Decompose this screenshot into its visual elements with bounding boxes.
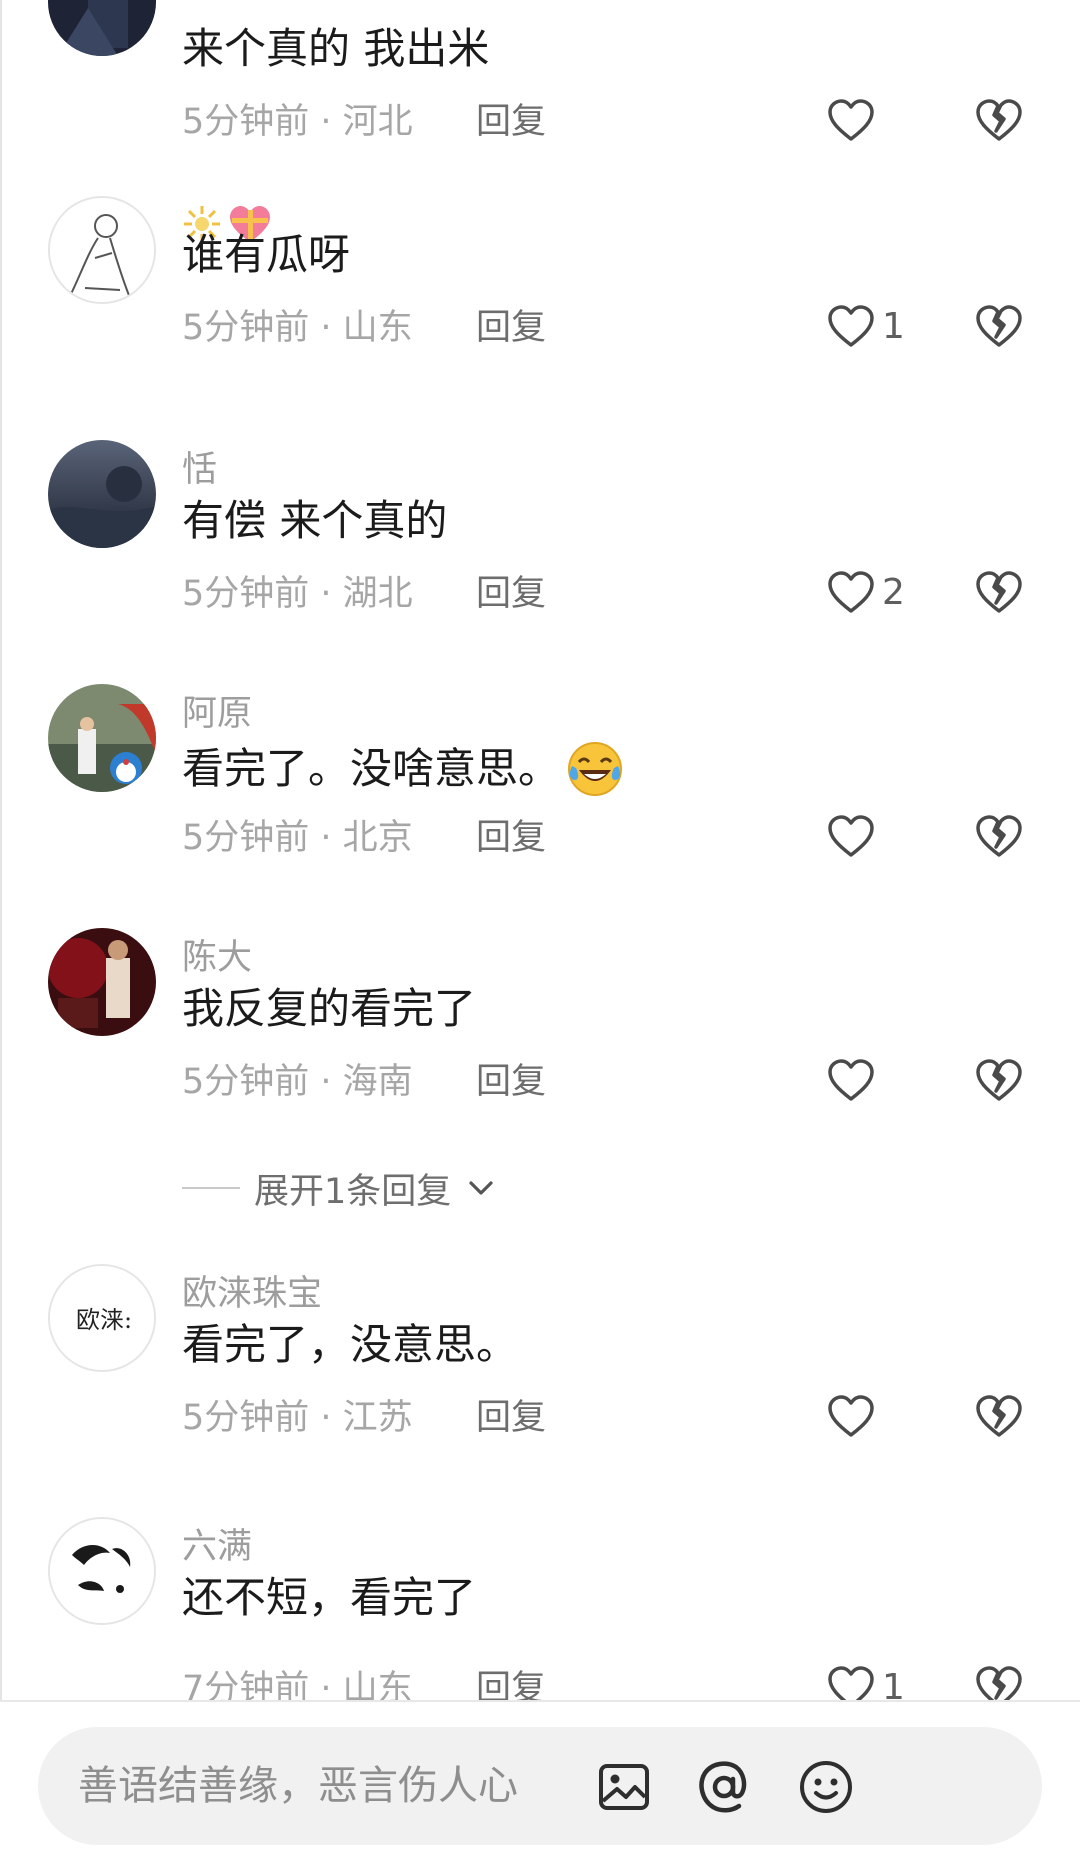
comment-meta: 5分钟前 · 山东: [182, 308, 413, 348]
image-icon: [599, 1764, 649, 1810]
comment-text: 看完了。没啥意思。: [182, 740, 624, 798]
dislike-button[interactable]: [973, 809, 1025, 863]
avatar[interactable]: [48, 0, 156, 56]
expand-divider: [182, 1187, 240, 1189]
username[interactable]: 六满: [182, 1527, 252, 1567]
comment-meta: 5分钟前 · 海南: [182, 1062, 413, 1102]
avatar[interactable]: 欧涞:: [48, 1264, 156, 1372]
reply-button[interactable]: 回复: [476, 1398, 546, 1438]
image-picker-button[interactable]: [594, 1757, 654, 1817]
broken-heart-icon: [976, 571, 1022, 613]
avatar[interactable]: [48, 440, 156, 548]
like-button[interactable]: [826, 1053, 882, 1107]
at-icon: [699, 1761, 747, 1813]
broken-heart-icon: [976, 1395, 1022, 1437]
comment-list[interactable]: 来个真的 我出米 5分钟前 · 河北 回复 谁有瓜呀 5分钟前 · 山东 回复 …: [0, 0, 1080, 1700]
heart-icon: [828, 305, 874, 347]
input-placeholder: 善语结善缘，恶言伤人心: [78, 1763, 518, 1809]
reply-button[interactable]: 回复: [476, 574, 546, 614]
like-count: 1: [882, 1666, 905, 1701]
emoji-icon: [800, 1761, 852, 1813]
like-button[interactable]: 1: [826, 1660, 905, 1700]
reply-button[interactable]: 回复: [476, 308, 546, 348]
heart-icon: [828, 1395, 874, 1437]
dislike-button[interactable]: [973, 299, 1025, 353]
expand-replies-label: 展开1条回复: [254, 1171, 452, 1212]
comment-meta: 5分钟前 · 湖北: [182, 574, 413, 614]
dislike-button[interactable]: [973, 1389, 1025, 1443]
avatar-calligraphy: 欧涞:: [76, 1306, 132, 1334]
like-button[interactable]: 2: [826, 565, 905, 619]
dislike-button[interactable]: [973, 93, 1025, 147]
comment-text: 谁有瓜呀: [182, 230, 351, 279]
username[interactable]: 阿原: [182, 694, 252, 734]
username[interactable]: 欧涞珠宝: [182, 1274, 322, 1314]
mention-button[interactable]: [694, 1757, 754, 1817]
like-button[interactable]: 1: [826, 299, 905, 353]
comment-meta: 7分钟前 · 山东: [182, 1669, 413, 1700]
chevron-down-icon: [469, 1181, 493, 1195]
heart-icon: [828, 99, 874, 141]
comment-meta: 5分钟前 · 北京: [182, 818, 413, 858]
username[interactable]: 恬: [182, 450, 217, 490]
emoji-button[interactable]: [796, 1757, 856, 1817]
broken-heart-icon: [976, 1059, 1022, 1101]
heart-icon: [828, 1666, 874, 1700]
reply-button[interactable]: 回复: [476, 102, 546, 142]
heart-icon: [828, 1059, 874, 1101]
avatar[interactable]: [48, 1517, 156, 1625]
comment-text: 还不短，看完了: [182, 1573, 477, 1622]
comment-meta: 5分钟前 · 江苏: [182, 1398, 413, 1438]
comment-input-bar: 善语结善缘，恶言伤人心: [0, 1700, 1080, 1871]
like-button[interactable]: [826, 1389, 882, 1443]
broken-heart-icon: [976, 305, 1022, 347]
like-button[interactable]: [826, 809, 882, 863]
comment-meta: 5分钟前 · 河北: [182, 102, 413, 142]
reply-button[interactable]: 回复: [476, 1669, 546, 1700]
avatar[interactable]: [48, 684, 156, 792]
heart-icon: [828, 571, 874, 613]
dislike-button[interactable]: [973, 565, 1025, 619]
expand-replies-button[interactable]: 展开1条回复: [182, 1166, 497, 1212]
comment-text: 有偿 来个真的: [182, 496, 448, 545]
broken-heart-icon: [976, 815, 1022, 857]
comment-text: 看完了，没意思。: [182, 1320, 519, 1369]
comment-input[interactable]: 善语结善缘，恶言伤人心: [38, 1727, 1042, 1845]
comment-text: 我反复的看完了: [182, 984, 477, 1033]
username[interactable]: 陈大: [182, 938, 252, 978]
comment-text: 来个真的 我出米: [182, 24, 490, 73]
avatar[interactable]: [48, 928, 156, 1036]
heart-icon: [828, 815, 874, 857]
like-count: 1: [882, 305, 905, 347]
avatar[interactable]: [48, 196, 156, 304]
dislike-button[interactable]: [973, 1660, 1025, 1700]
laughing-tears-emoji-icon: [568, 742, 623, 796]
broken-heart-icon: [976, 99, 1022, 141]
dislike-button[interactable]: [973, 1053, 1025, 1107]
like-button[interactable]: [826, 93, 882, 147]
reply-button[interactable]: 回复: [476, 818, 546, 858]
broken-heart-icon: [976, 1666, 1022, 1700]
reply-button[interactable]: 回复: [476, 1062, 546, 1102]
like-count: 2: [882, 571, 905, 613]
